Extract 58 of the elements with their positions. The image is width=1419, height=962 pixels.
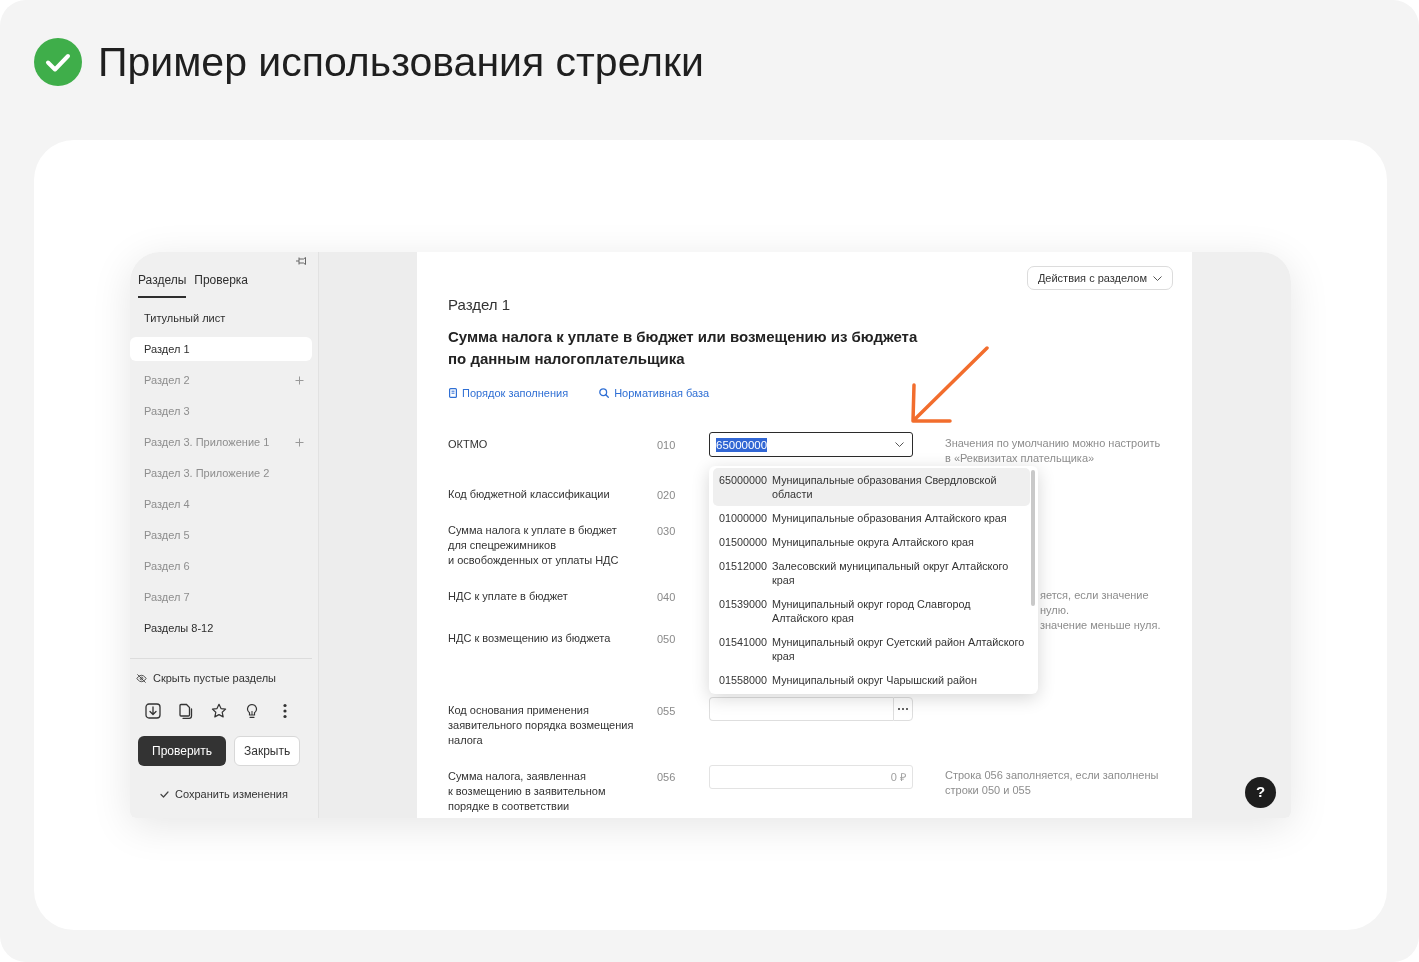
section-actions-button[interactable]: Действия с разделом [1026,266,1173,290]
section-heading: Раздел 1 [448,295,512,315]
dropdown-option[interactable]: 01500000 Муниципальные округа Алтайского края [713,530,1030,554]
book-icon [449,388,457,398]
line-code: 055 [657,704,676,719]
sidebar-item[interactable]: Раздел 1 [130,337,312,361]
line-code: 056 [657,770,676,785]
download-icon[interactable] [145,703,161,719]
text-link[interactable]: Порядок заполнения [448,386,569,400]
chevron-down-icon [1153,275,1162,281]
chevron-down-icon [895,442,904,447]
field-label: Сумма налога, заявленная к возмещению в заявительном порядке в соответствии [448,769,607,814]
field-label: ОКТМО [448,437,489,452]
text-link[interactable]: Нормативная база [599,386,710,400]
hide-empty-toggle[interactable]: Скрыть пустые разделы [136,669,276,687]
line-code: 010 [657,438,676,453]
amount-field[interactable]: 0 ₽ [709,765,913,789]
field-label: Сумма налога к уплате в бюджет для спецрежимников и освобожденных от уплаты НДС [448,523,620,568]
lightbulb-icon[interactable] [244,703,260,719]
check-circle-icon [34,38,82,86]
close-button[interactable]: Закрыть [234,736,301,766]
check-icon [160,790,169,798]
section-title: Сумма налога к уплате в бюджет или возмещению из бюджета по данным налогоплательщика [448,327,919,369]
field-label: НДС к уплате в бюджет [448,589,569,604]
dropdown-option[interactable]: 01512000 Залесовский муниципальный округ Алтайского края [713,554,1030,592]
line-code: 030 [657,524,676,539]
line-code: 050 [657,632,676,647]
hint-text: яется, если значение нулю. значение меньше нуля. [1040,588,1161,633]
more-icon[interactable] [283,703,287,719]
pin-icon[interactable] [295,256,306,266]
field-value: 65000000 [716,437,768,452]
sidebar-tab[interactable]: Разделы [138,272,187,298]
field-label: Код основания применения заявительного порядка возмещения налога [448,703,635,748]
input-field[interactable] [709,697,893,721]
sidebar-tab[interactable]: Проверка [194,272,249,298]
dropdown-option[interactable]: 01000000 Муниципальные образования Алтайского края [713,506,1030,530]
line-code: 040 [657,590,676,605]
sidebar-item[interactable]: Титульный лист [130,306,312,330]
hint-text: Строка 056 заполняется, если заполнены строки 050 и 055 [945,768,1159,798]
page-title: Пример использования стрелки [98,38,704,86]
dropdown-option[interactable]: 01541000 Муниципальный округ Суетский район Алтайского края [713,630,1030,668]
dropdown-option[interactable]: 01539000 Муниципальный округ город Славгород Алтайского края [713,592,1030,630]
copy-icon[interactable] [178,703,194,719]
check-button[interactable]: Проверить [138,736,226,766]
field-label: Код бюджетной классификации [448,487,611,502]
search-icon [599,388,610,398]
help-button[interactable]: ? [1245,777,1276,808]
star-icon[interactable] [211,703,227,719]
sidebar-item[interactable]: Разделы 8-12 [130,616,312,640]
dropdown-option[interactable]: 01558000 Муниципальный округ Чарышский район [713,668,1030,692]
save-changes-button[interactable]: Сохранить изменения [160,786,288,802]
more-button[interactable] [893,697,913,721]
hint-text: Значения по умолчанию можно настроить в «Реквизитах плательщика» [945,436,1161,466]
line-code: 020 [657,488,676,503]
select-field[interactable]: 65000000 [709,432,913,457]
field-label: НДС к возмещению из бюджета [448,631,612,646]
eye-off-icon [136,672,147,684]
dropdown-option[interactable]: 65000000 Муниципальные образования Свердловской области [713,468,1030,506]
